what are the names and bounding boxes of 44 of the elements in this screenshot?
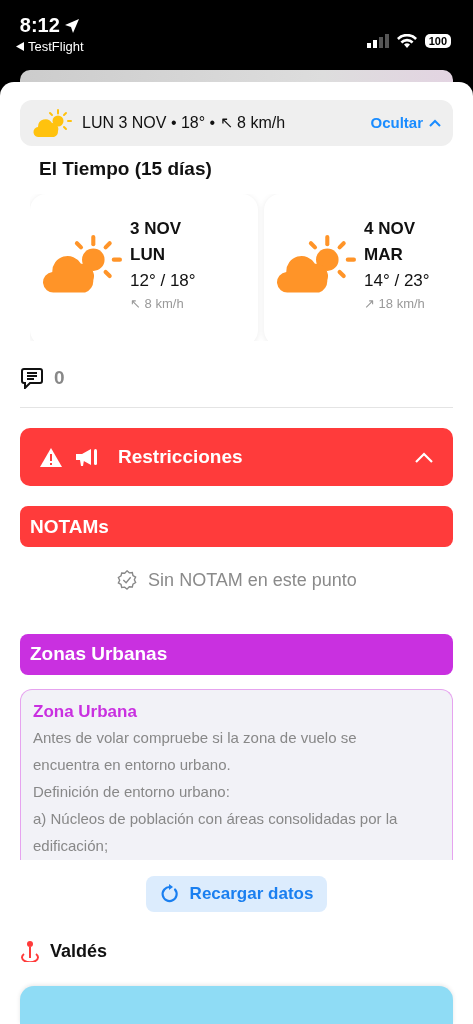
back-triangle-icon[interactable] [16, 42, 24, 51]
forecast-weekday: MAR [364, 244, 404, 267]
signal-icon [366, 34, 389, 48]
reload-button[interactable]: Recargar datos [145, 876, 328, 913]
comment-icon[interactable] [20, 366, 44, 389]
clock-time: 8:12 [19, 14, 60, 37]
battery-level: 100 [424, 34, 451, 48]
weather-summary-bar[interactable]: LUN 3 NOV • 18° • ↖ 8 km/h Ocultar [20, 100, 453, 146]
card-text: Antes de volar compruebe si la zona de vuelo se encuentra en entorno urbano. [33, 727, 358, 775]
forecast-title: El Tiempo (15 días) [39, 157, 213, 180]
card-title: Zona Urbana [33, 701, 138, 722]
restrictions-header[interactable]: Restricciones [20, 427, 453, 487]
forecast-card[interactable]: 3 NOV LUN 12° / 18° ↖ 8 km/h [30, 193, 258, 341]
restrictions-title: Restricciones [118, 446, 244, 469]
megaphone-icon [76, 447, 98, 467]
check-badge-icon [116, 569, 139, 592]
chevron-icon[interactable] [415, 451, 433, 463]
refresh-icon [159, 884, 180, 904]
section-header[interactable]: Zonas Urbanas [20, 633, 453, 675]
partly-cloudy-icon [40, 232, 122, 295]
warning-icon [40, 447, 62, 467]
section-header[interactable]: NOTAMs [20, 506, 453, 548]
card-text: Definición de entorno urbano: [33, 781, 231, 802]
location-pin-icon [20, 940, 40, 963]
location-arrow-icon [63, 17, 80, 34]
wifi-icon [396, 34, 417, 48]
comment-count: 0 [54, 366, 65, 389]
forecast-date: 4 NOV [364, 218, 417, 241]
partly-cloudy-icon [32, 107, 72, 138]
location-name: Valdés [50, 940, 108, 962]
forecast-temps: 14° / 23° [364, 270, 430, 293]
empty-message: Sin NOTAM en este punto [148, 570, 357, 591]
hide-button[interactable]: Ocultar [370, 114, 441, 132]
back-link[interactable]: TestFlight [28, 39, 84, 54]
forecast-wind: ↖ 8 km/h [130, 296, 185, 312]
partly-cloudy-icon [274, 232, 356, 295]
forecast-weekday: LUN [130, 244, 166, 267]
forecast-card[interactable]: 4 NOV MAR 14° / 23° ↗ 18 km/h [264, 193, 473, 341]
forecast-wind: ↗ 18 km/h [364, 296, 426, 312]
forecast-date: 3 NOV [130, 218, 183, 241]
forecast-temps: 12° / 18° [130, 270, 196, 293]
card-text: a) Núcleos de población con áreas consolidadas por la edificación; [33, 808, 399, 856]
weather-summary: LUN 3 NOV • 18° • ↖ 8 km/h [82, 113, 287, 133]
chevron-icon [429, 118, 441, 127]
